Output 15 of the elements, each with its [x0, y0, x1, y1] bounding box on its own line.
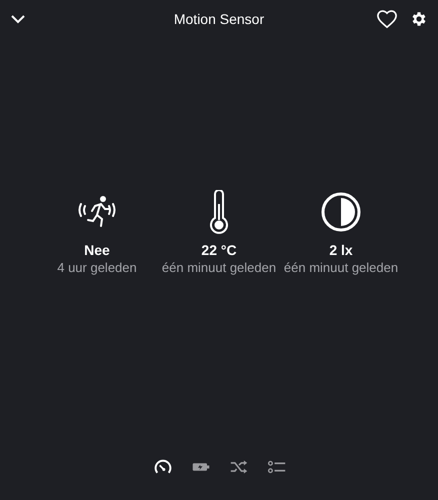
- chevron-down-icon[interactable]: [10, 14, 26, 24]
- thermometer-icon: [209, 190, 229, 234]
- settings-icon[interactable]: [410, 10, 428, 28]
- shuffle-icon: [230, 459, 248, 475]
- window-title: Motion Sensor: [174, 11, 264, 27]
- sensor-value: Nee: [84, 242, 110, 258]
- sensor-time: één minuut geleden: [284, 260, 398, 275]
- gauge-icon: [154, 458, 172, 476]
- sensor-value: 2 lx: [329, 242, 353, 258]
- sensor-time: 4 uur geleden: [57, 260, 137, 275]
- heart-icon[interactable]: [376, 9, 398, 29]
- sensor-value: 22 °C: [201, 242, 237, 258]
- contrast-icon: [320, 190, 362, 234]
- sensor-time: één minuut geleden: [162, 260, 276, 275]
- list-icon: [268, 459, 286, 475]
